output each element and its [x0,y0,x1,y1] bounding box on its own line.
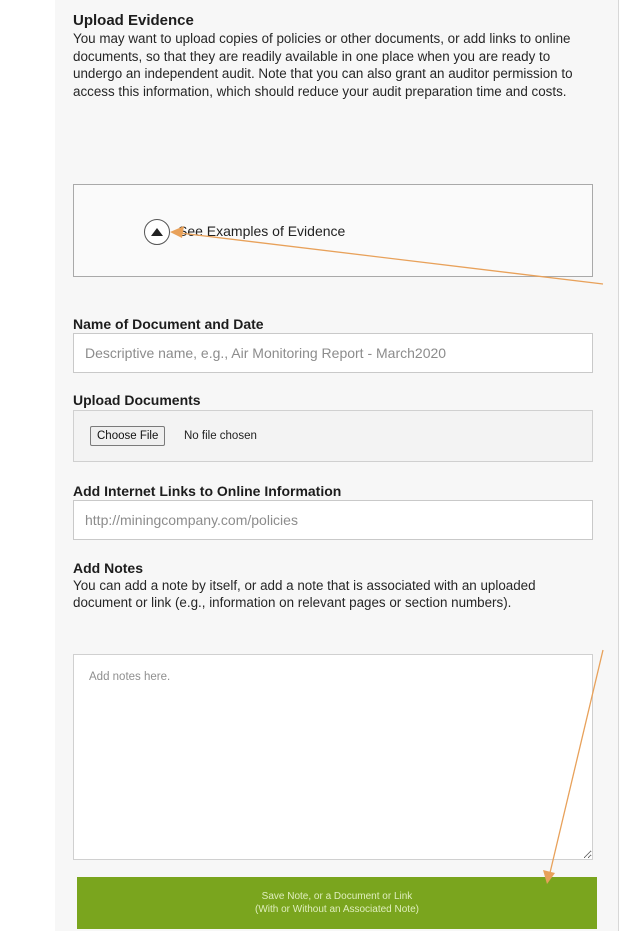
internet-links-input[interactable] [73,500,593,540]
choose-file-button[interactable]: Choose File [90,426,166,446]
file-status: No file chosen [184,430,257,442]
examples-box: See Examples of Evidence [73,184,593,277]
add-notes-label: Add Notes [73,560,143,576]
document-name-label: Name of Document and Date [73,316,264,332]
examples-link[interactable]: See Examples of Evidence [178,223,345,239]
caret-up-icon [151,228,163,236]
document-name-input[interactable] [73,333,593,373]
notes-textarea[interactable] [73,654,593,860]
upload-evidence-description: You may want to upload copies of policie… [73,31,573,99]
save-button-line1: Save Note, or a Document or Link [261,891,413,902]
save-button-line2: (With or Without an Associated Note) [255,904,419,915]
add-notes-description: You can add a note by itself, or add a n… [73,578,536,610]
upload-evidence-title: Upload Evidence [73,12,194,29]
file-upload-field: Choose File No file chosen [73,410,593,462]
upload-documents-label: Upload Documents [73,392,201,408]
examples-toggle-button[interactable] [144,219,170,245]
save-button[interactable]: Save Note, or a Document or Link (With o… [77,877,597,929]
internet-links-label: Add Internet Links to Online Information [73,483,342,499]
